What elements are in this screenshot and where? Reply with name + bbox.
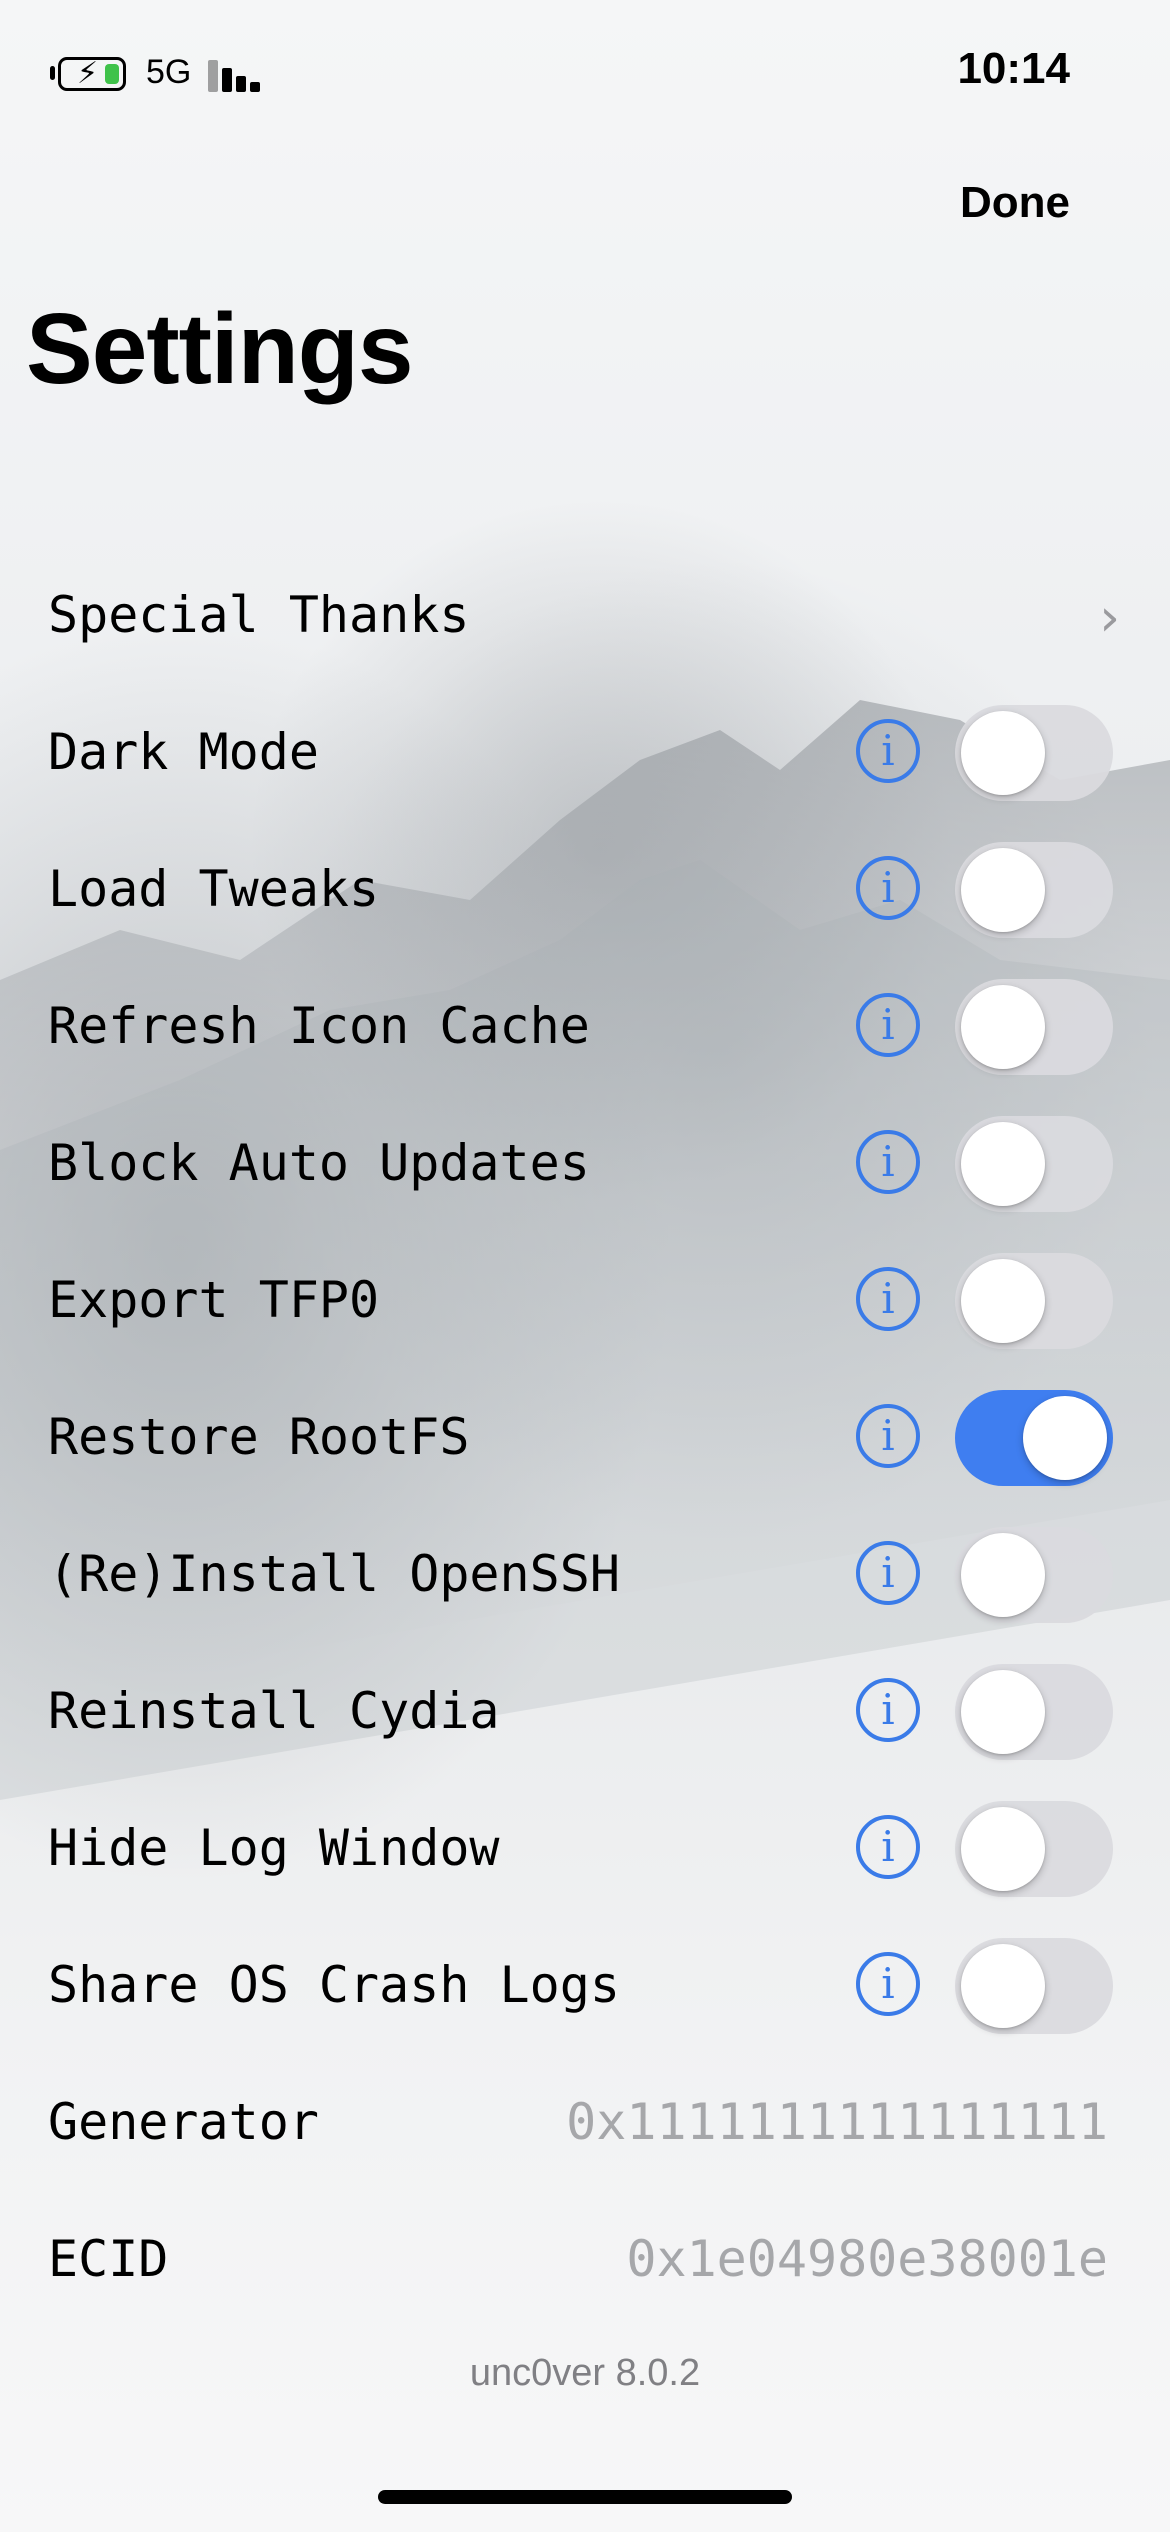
chevron-right-icon: › [1099, 588, 1120, 648]
row-restore-rootfs: Restore RootFS i [0, 1370, 1170, 1507]
charging-bolt-icon: ⚡ [77, 56, 99, 91]
restore-rootfs-toggle[interactable] [955, 1390, 1113, 1486]
row-refresh-icon-cache: Refresh Icon Cache i [0, 959, 1170, 1096]
row-label: Refresh Icon Cache [48, 997, 590, 1055]
info-icon[interactable]: i [856, 1952, 920, 2016]
battery-cap [50, 66, 55, 80]
row-label: Hide Log Window [48, 1819, 500, 1877]
toggle-knob [961, 848, 1045, 932]
hide-log-window-toggle[interactable] [955, 1801, 1113, 1897]
toggle-knob [961, 1807, 1045, 1891]
info-icon[interactable]: i [856, 1678, 920, 1742]
info-icon[interactable]: i [856, 1541, 920, 1605]
info-icon[interactable]: i [856, 993, 920, 1057]
row-label: Special Thanks [48, 586, 470, 644]
row-label: Share OS Crash Logs [48, 1956, 620, 2014]
generator-value[interactable]: 0x1111111111111111 [566, 2093, 1108, 2151]
row-label: Reinstall Cydia [48, 1682, 500, 1740]
toggle-knob [961, 1533, 1045, 1617]
row-load-tweaks: Load Tweaks i [0, 822, 1170, 959]
status-time: 10:14 [957, 44, 1070, 93]
reinstall-cydia-toggle[interactable] [955, 1664, 1113, 1760]
row-label: Block Auto Updates [48, 1134, 590, 1192]
row-special-thanks[interactable]: Special Thanks › [0, 548, 1170, 685]
row-label: ECID [48, 2230, 169, 2288]
status-bar: ⚡ 5G 10:14 [0, 0, 1170, 150]
export-tfp0-toggle[interactable] [955, 1253, 1113, 1349]
done-button[interactable]: Done [960, 178, 1070, 228]
info-icon[interactable]: i [856, 1815, 920, 1879]
block-auto-updates-toggle[interactable] [955, 1116, 1113, 1212]
row-label: Restore RootFS [48, 1408, 470, 1466]
row-share-os-crash-logs: Share OS Crash Logs i [0, 1918, 1170, 2055]
info-icon[interactable]: i [856, 856, 920, 920]
row-label: Dark Mode [48, 723, 319, 781]
share-os-crash-logs-toggle[interactable] [955, 1938, 1113, 2034]
signal-bars-icon [208, 60, 266, 92]
toggle-knob [961, 1670, 1045, 1754]
row-label: Export TFP0 [48, 1271, 380, 1329]
page-title: Settings [26, 293, 413, 405]
row-reinstall-openssh: (Re)Install OpenSSH i [0, 1507, 1170, 1644]
dark-mode-toggle[interactable] [955, 705, 1113, 801]
row-dark-mode: Dark Mode i [0, 685, 1170, 822]
toggle-knob [961, 1259, 1045, 1343]
row-export-tfp0: Export TFP0 i [0, 1233, 1170, 1370]
info-icon[interactable]: i [856, 1267, 920, 1331]
toggle-knob [961, 1122, 1045, 1206]
info-icon[interactable]: i [856, 1404, 920, 1468]
row-label: (Re)Install OpenSSH [48, 1545, 620, 1603]
row-ecid: ECID 0x1e04980e38001e [0, 2192, 1170, 2329]
row-label: Load Tweaks [48, 860, 380, 918]
row-generator: Generator 0x1111111111111111 [0, 2055, 1170, 2192]
row-block-auto-updates: Block Auto Updates i [0, 1096, 1170, 1233]
info-icon[interactable]: i [856, 719, 920, 783]
row-reinstall-cydia: Reinstall Cydia i [0, 1644, 1170, 1781]
toggle-knob [961, 985, 1045, 1069]
info-icon[interactable]: i [856, 1130, 920, 1194]
row-hide-log-window: Hide Log Window i [0, 1781, 1170, 1918]
battery-charging-icon: ⚡ [58, 57, 126, 91]
ecid-value: 0x1e04980e38001e [626, 2230, 1108, 2288]
version-label: unc0ver 8.0.2 [469, 2352, 701, 2394]
settings-list: Special Thanks › Dark Mode i Load Tweaks… [0, 548, 1170, 2329]
toggle-knob [1023, 1396, 1107, 1480]
reinstall-openssh-toggle[interactable] [955, 1527, 1113, 1623]
toggle-knob [961, 711, 1045, 795]
battery-level [105, 64, 119, 84]
refresh-icon-cache-toggle[interactable] [955, 979, 1113, 1075]
load-tweaks-toggle[interactable] [955, 842, 1113, 938]
toggle-knob [961, 1944, 1045, 2028]
home-indicator[interactable] [378, 2490, 792, 2504]
row-label: Generator [48, 2093, 319, 2151]
network-type: 5G [146, 53, 192, 91]
